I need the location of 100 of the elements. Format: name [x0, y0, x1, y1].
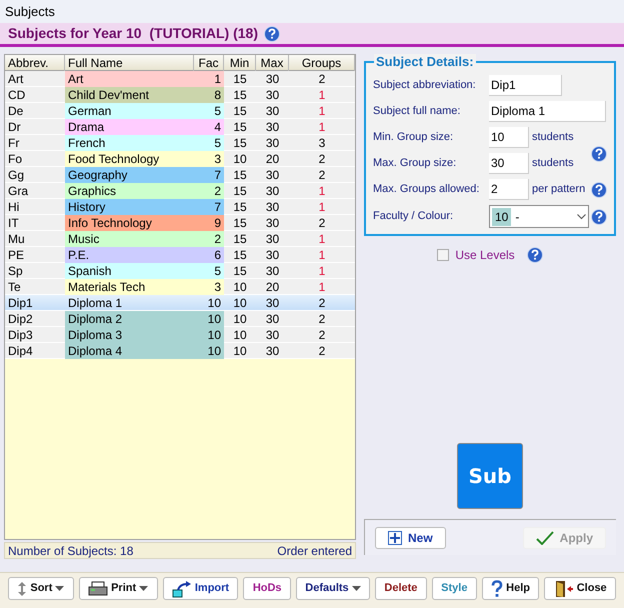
table-cell-text: 2 [318, 327, 326, 343]
toolbar-button[interactable]: Help [482, 577, 540, 600]
table-row[interactable]: Dip1 Diploma 1 10 10 30 2 [5, 295, 355, 311]
table-cell-text: 15 [232, 263, 248, 279]
page-title: Subjects for Year 10 (TUTORIAL) (18) [8, 24, 258, 43]
caret-icon [139, 586, 148, 592]
table-row[interactable]: Fo Food Technology 3 10 20 2 [5, 151, 355, 167]
table-cell: History [65, 199, 194, 215]
table-cell-text: 10 [232, 295, 248, 311]
table-cell-text: 1 [318, 247, 326, 263]
toolbar-button[interactable]: Delete [375, 577, 427, 600]
table-cell-text: 15 [232, 135, 248, 151]
table-cell-text: 30 [264, 87, 280, 103]
table-row[interactable]: Gra Graphics 2 15 30 1 [5, 183, 355, 199]
table-row[interactable]: Dip4 Diploma 4 10 10 30 2 [5, 343, 355, 359]
table-cell-text: 1 [318, 263, 326, 279]
checkbox[interactable] [437, 249, 450, 261]
table-cell-text: PE [7, 247, 26, 263]
help-icon[interactable] [591, 208, 607, 224]
chevron-down-icon [577, 214, 586, 220]
new-button[interactable]: New [375, 526, 446, 548]
table-cell: Spanish [65, 263, 194, 279]
table-cell: 10 [194, 311, 224, 327]
toolbar-button[interactable]: HoDs [243, 577, 291, 600]
table-cell-text: 30 [264, 231, 280, 247]
faculty-dropdown[interactable]: 10 - [489, 205, 589, 228]
table-row[interactable]: Fr French 5 15 30 3 [5, 135, 355, 151]
toolbar-button[interactable]: Sort [8, 577, 74, 600]
toolbar-button[interactable]: Print [78, 577, 158, 600]
table-row[interactable]: IT Info Technology 9 15 30 2 [5, 215, 355, 231]
table-row[interactable]: Mu Music 2 15 30 1 [5, 231, 355, 247]
input-field[interactable]: Diploma 1 [489, 101, 606, 122]
table-cell: 5 [194, 263, 224, 279]
table-cell-text: Sp [7, 263, 24, 279]
table-cell-text: 10 [232, 327, 248, 343]
table-row[interactable]: Hi History 7 15 30 1 [5, 199, 355, 215]
table-row[interactable]: Te Materials Tech 3 10 20 1 [5, 279, 355, 295]
table-row[interactable]: Gg Geography 7 15 30 2 [5, 167, 355, 183]
subject-count: Number of Subjects: 18 [8, 542, 134, 560]
table-cell: 7 [194, 167, 224, 183]
table-cell-text: Gg [7, 167, 26, 183]
help-icon[interactable] [526, 247, 543, 263]
table-cell-text: 10 [232, 311, 248, 327]
checkbox-label[interactable]: Use Levels [455, 246, 515, 264]
group-legend: Subject Details: [374, 54, 476, 70]
table-cell-text: 30 [264, 199, 280, 215]
sort-order: Order entered [277, 542, 352, 560]
help-icon[interactable] [264, 26, 280, 42]
input-field[interactable]: 30 [489, 153, 529, 174]
table-cell-text: 30 [264, 343, 280, 359]
table-cell-text: CD [7, 87, 26, 103]
unit-label: per pattern [532, 182, 586, 198]
table-row[interactable]: De German 5 15 30 1 [5, 103, 355, 119]
table-cell-text: Dip2 [7, 311, 34, 327]
help-icon[interactable] [591, 182, 607, 198]
toolbar-button[interactable]: Defaults [296, 577, 370, 600]
table-cell: 1 [194, 71, 224, 87]
table-cell: Geography [65, 167, 194, 183]
table-cell: Music [65, 231, 194, 247]
table-cell: P.E. [65, 247, 194, 263]
table-cell-text: 15 [232, 71, 248, 87]
table-cell-text: 30 [264, 295, 280, 311]
toolbar-button[interactable]: Style [432, 577, 477, 600]
table-row[interactable]: Dip2 Diploma 2 10 10 30 2 [5, 311, 355, 327]
table-cell-text: 15 [232, 247, 248, 263]
input-field[interactable]: 2 [489, 179, 529, 200]
plus-icon [388, 530, 402, 544]
table-cell-text: 10 [206, 295, 222, 311]
unit-label: students [532, 156, 574, 172]
table-row[interactable]: Dr Drama 4 15 30 1 [5, 119, 355, 135]
table-row[interactable]: Sp Spanish 5 15 30 1 [5, 263, 355, 279]
table-cell-text: IT [7, 215, 20, 231]
table-cell-text: Fr [7, 135, 20, 151]
table-cell-text: Dip4 [7, 343, 34, 359]
input-field[interactable]: 10 [489, 127, 529, 148]
table-row[interactable]: Dip3 Diploma 3 10 10 30 2 [5, 327, 355, 343]
table-cell: Materials Tech [65, 279, 194, 295]
table-cell-text: Diploma 1 [67, 295, 124, 311]
table-cell: 5 [194, 135, 224, 151]
field-label: Max. Groups allowed: [373, 182, 480, 198]
table-cell-text: 15 [232, 231, 248, 247]
table-row[interactable]: PE P.E. 6 15 30 1 [5, 247, 355, 263]
table-cell-text: 2 [318, 295, 326, 311]
table-cell: Diploma 3 [65, 327, 194, 343]
table-cell-text: 15 [232, 199, 248, 215]
input-field[interactable]: Dip1 [489, 75, 562, 96]
help-icon[interactable] [591, 146, 607, 162]
table-cell-text: 15 [232, 215, 248, 231]
table-cell: 8 [194, 87, 224, 103]
table-cell: Art [65, 71, 194, 87]
toolbar-button[interactable]: Import [162, 577, 238, 600]
table-row[interactable]: CD Child Dev'ment 8 15 30 1 [5, 87, 355, 103]
table-cell-text: 1 [318, 231, 326, 247]
table-row[interactable]: Art Art 1 15 30 2 [5, 71, 355, 87]
table-cell: Food Technology [65, 151, 194, 167]
table-cell-text: Fo [7, 151, 24, 167]
toolbar-button[interactable]: Close [544, 577, 616, 600]
caret-icon [352, 586, 361, 592]
table-cell-text: 20 [264, 279, 280, 295]
table-cell-text: 30 [264, 263, 280, 279]
